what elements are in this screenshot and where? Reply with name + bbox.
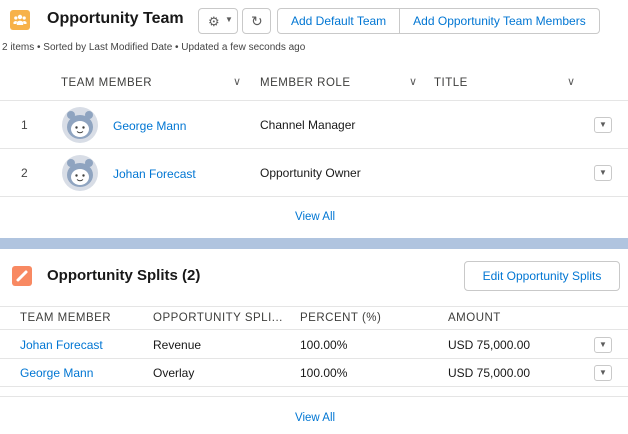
row-action-caret-icon: ▼ — [599, 368, 607, 377]
row-action-button[interactable]: ▼ — [594, 117, 612, 133]
member-role: Opportunity Owner — [260, 166, 361, 180]
table-row: 2 Johan Forecast Opportunity Owner ▼ — [0, 149, 628, 197]
column-header-amount: AMOUNT — [448, 312, 501, 324]
split-team-member-link[interactable]: Johan Forecast — [20, 338, 103, 352]
split-percent: 100.00% — [300, 366, 348, 380]
column-header-opportunity-split: OPPORTUNITY SPLI... — [153, 312, 283, 324]
opportunity-team-card: Opportunity Team ⚙ ▼ ↻ Add Default Team … — [0, 0, 628, 238]
row-number: 1 — [21, 118, 28, 132]
table-row: Johan Forecast Revenue 100.00% USD 75,00… — [0, 331, 628, 359]
add-default-team-button[interactable]: Add Default Team — [277, 8, 401, 34]
gear-icon: ⚙ — [208, 14, 220, 29]
team-card-header: Opportunity Team ⚙ ▼ ↻ Add Default Team … — [10, 8, 618, 34]
split-percent: 100.00% — [300, 338, 348, 352]
split-type: Overlay — [153, 366, 195, 380]
avatar — [62, 155, 98, 191]
split-amount: USD 75,000.00 — [448, 366, 531, 380]
column-header-title[interactable]: TITLE — [434, 77, 468, 89]
list-meta-info: 2 items • Sorted by Last Modified Date •… — [2, 42, 306, 53]
row-action-button[interactable]: ▼ — [594, 337, 612, 353]
split-team-member-link[interactable]: George Mann — [20, 366, 93, 380]
table-row: 1 George Mann Channel Manager ▼ — [0, 101, 628, 149]
row-action-button[interactable]: ▼ — [594, 165, 612, 181]
edit-opportunity-splits-button[interactable]: Edit Opportunity Splits — [464, 261, 620, 291]
settings-menu-button[interactable]: ⚙ ▼ — [198, 8, 238, 34]
avatar — [62, 107, 98, 143]
chevron-down-icon[interactable]: ∨ — [567, 75, 575, 88]
member-role: Channel Manager — [260, 118, 356, 132]
team-table-header: TEAM MEMBER ∨ MEMBER ROLE ∨ TITLE ∨ — [0, 65, 628, 101]
team-member-link[interactable]: George Mann — [113, 119, 186, 133]
chevron-down-icon: ▼ — [225, 15, 233, 24]
opportunity-splits-icon — [12, 266, 32, 286]
split-type: Revenue — [153, 338, 202, 352]
table-row: George Mann Overlay 100.00% USD 75,000.0… — [0, 359, 628, 387]
column-header-member-role[interactable]: MEMBER ROLE — [260, 77, 351, 89]
splits-view-all-link[interactable]: View All — [295, 412, 335, 424]
footer-divider — [0, 396, 628, 397]
column-header-team-member[interactable]: TEAM MEMBER — [61, 77, 152, 89]
row-action-caret-icon: ▼ — [599, 340, 607, 349]
column-header-percent: PERCENT (%) — [300, 312, 382, 324]
splits-table-header: TEAM MEMBER OPPORTUNITY SPLI... PERCENT … — [0, 306, 628, 330]
refresh-button[interactable]: ↻ — [242, 8, 271, 34]
opportunity-splits-card: Opportunity Splits (2) Edit Opportunity … — [0, 249, 628, 434]
column-header-team-member: TEAM MEMBER — [20, 312, 112, 324]
chevron-down-icon[interactable]: ∨ — [233, 75, 241, 88]
team-view-all-link[interactable]: View All — [295, 211, 335, 223]
team-member-link[interactable]: Johan Forecast — [113, 167, 196, 181]
row-action-caret-icon: ▼ — [599, 120, 607, 129]
split-amount: USD 75,000.00 — [448, 338, 531, 352]
row-number: 2 — [21, 166, 28, 180]
chevron-down-icon[interactable]: ∨ — [409, 75, 417, 88]
team-table: TEAM MEMBER ∨ MEMBER ROLE ∨ TITLE ∨ 1 Ge… — [0, 65, 628, 197]
card-divider — [0, 238, 628, 249]
team-button-group: Add Default Team Add Opportunity Team Me… — [277, 8, 600, 34]
row-action-caret-icon: ▼ — [599, 168, 607, 177]
add-team-members-button[interactable]: Add Opportunity Team Members — [400, 8, 600, 34]
splits-card-title: Opportunity Splits (2) — [47, 267, 201, 284]
refresh-icon: ↻ — [251, 13, 263, 29]
row-action-button[interactable]: ▼ — [594, 365, 612, 381]
opportunity-team-icon — [10, 10, 30, 30]
team-card-title: Opportunity Team — [47, 10, 184, 27]
